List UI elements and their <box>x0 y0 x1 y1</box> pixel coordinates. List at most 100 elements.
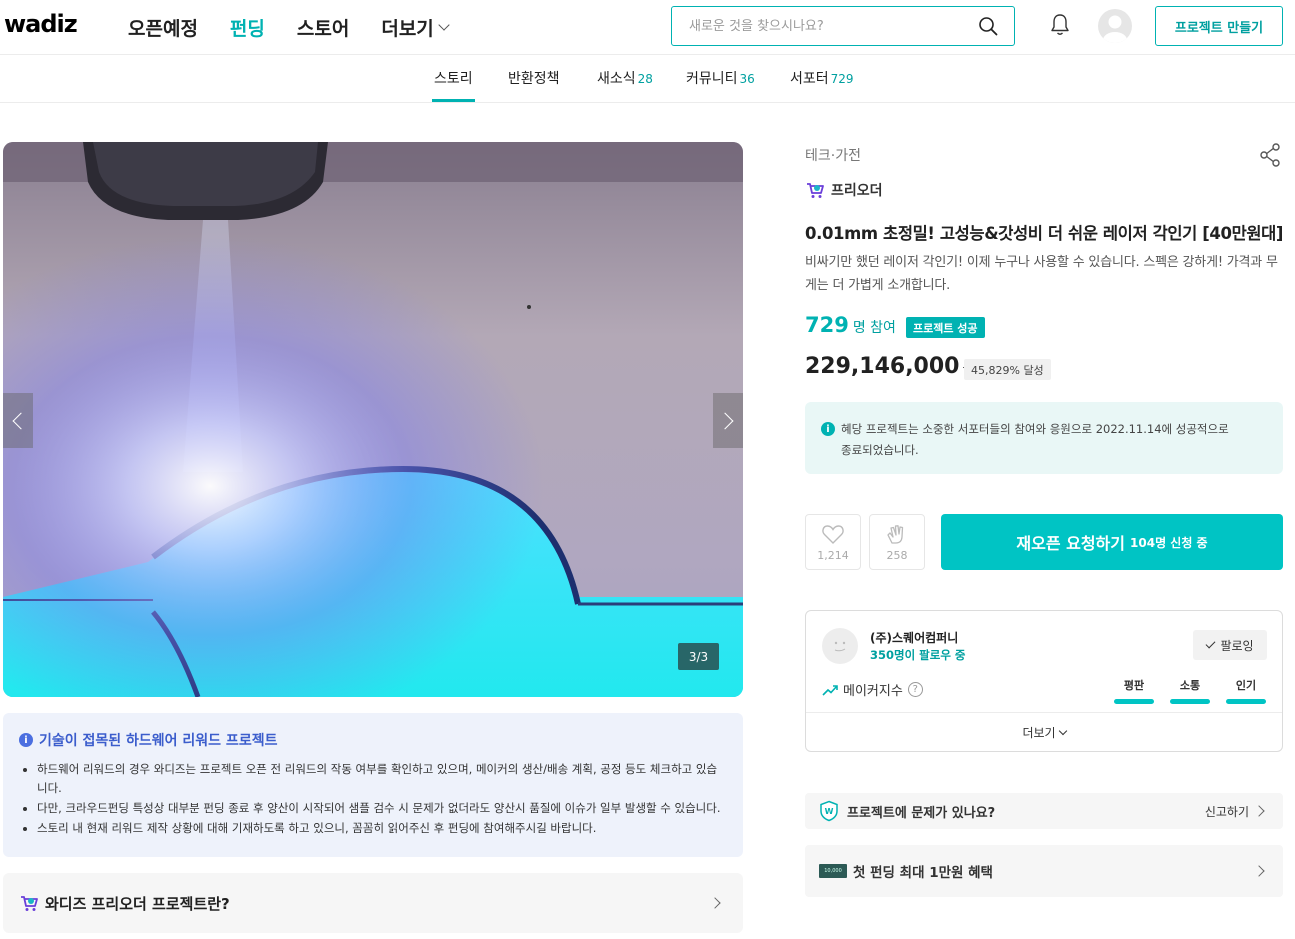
tab-label: 새소식 <box>597 71 636 87</box>
project-ended-info: i 혜당 프로젝트는 소중한 서포터들의 참여와 응원으로 2022.11.14… <box>805 402 1283 474</box>
chevron-right-icon <box>1253 865 1265 877</box>
svg-text:W: W <box>825 807 834 816</box>
nav-item-funding[interactable]: 펀딩 <box>230 14 265 41</box>
hardware-notice: i 기술이 접목된 하드웨어 리워드 프로젝트 하드웨어 리워드의 경우 와디즈… <box>3 713 743 857</box>
info-row: i 혜당 프로젝트는 소중한 서포터들의 참여와 응원으로 2022.11.14… <box>821 419 1267 461</box>
reopen-request-button[interactable]: 재오픈 요청하기 104명 신청 중 <box>941 514 1283 570</box>
metric-bar <box>1226 699 1266 704</box>
check-icon <box>1205 638 1216 649</box>
metric-popularity: 인기 <box>1226 677 1266 704</box>
bell-icon[interactable] <box>1048 12 1072 38</box>
tab-community[interactable]: 커뮤니티 36 <box>686 68 755 102</box>
tab-label: 반환정책 <box>508 71 560 87</box>
make-project-button[interactable]: 프로젝트 만들기 <box>1155 6 1283 46</box>
reopen-sub-label: 104명 신청 중 <box>1130 535 1208 550</box>
metric-bar <box>1114 699 1154 704</box>
gallery-prev-button[interactable] <box>3 393 33 448</box>
chevron-down-icon <box>438 18 450 31</box>
info-line: 종료되었습니다. <box>841 443 919 457</box>
top-header: wadiz 오픈예정 펀딩 스토어 더보기 프로젝트 만들기 <box>0 0 1295 54</box>
project-tabs: 스토리 반환정책 새소식 28 커뮤니티 36 서포터 729 <box>0 54 1295 103</box>
info-line: 혜당 프로젝트는 소중한 서포터들의 참여와 응원으로 2022.11.14에 … <box>841 422 1229 436</box>
money-bill-icon: 10,000 <box>819 864 847 878</box>
more-label: 더보기 <box>1022 726 1056 740</box>
first-funding-benefit-row[interactable]: 10,000 첫 펀딩 최대 1만원 혜택 <box>805 845 1283 897</box>
chevron-right-icon <box>716 412 734 429</box>
share-icon[interactable] <box>1258 142 1282 168</box>
project-gallery: 3/3 <box>3 142 743 697</box>
gallery-next-button[interactable] <box>713 393 743 448</box>
cheer-button[interactable]: 258 <box>869 514 925 570</box>
achievement-badge: 45,829% 달성 <box>964 359 1051 380</box>
preorder-cart-icon <box>21 896 38 911</box>
following-label: 팔로잉 <box>1220 638 1254 653</box>
project-description: 비싸기만 했던 레이저 각인기! 이제 누구나 사용할 수 있습니다. 스펙은 … <box>805 255 1278 293</box>
help-icon[interactable]: ? <box>907 682 923 697</box>
tab-supporters[interactable]: 서포터 729 <box>790 68 854 102</box>
cheer-count: 258 <box>886 548 908 562</box>
maker-avatar[interactable] <box>822 628 858 664</box>
chevron-right-icon <box>1253 805 1265 817</box>
report-problem-row[interactable]: W 프로젝트에 문제가 있나요? 신고하기 <box>805 793 1283 829</box>
metric-bar <box>1170 699 1210 704</box>
supporter-number: 729 <box>805 313 849 337</box>
amount-number: 229,146,000 <box>805 354 960 379</box>
laser-engraving-image <box>3 142 743 697</box>
metric-label: 소통 <box>1179 679 1201 692</box>
nav-label: 더보기 <box>381 18 434 40</box>
funded-amount: 229,146,000 원 <box>805 354 975 379</box>
benefit-label: 첫 펀딩 최대 1만원 혜택 <box>853 865 993 881</box>
notice-item: 스토리 내 현재 리워드 제작 상황에 대해 기재하도록 하고 있으니, 꼼꼼히… <box>37 819 727 838</box>
project-title: 0.01mm 초정밀! 고성능&갓성비 더 쉬운 레이저 각인기 [40만원대] <box>805 224 1284 243</box>
nav-label: 펀딩 <box>229 18 265 40</box>
search-icon[interactable] <box>978 16 998 36</box>
clap-icon <box>887 524 904 544</box>
maker-name[interactable]: (주)스퀘어컴퍼니 <box>870 629 958 646</box>
info-text: 혜당 프로젝트는 소중한 서포터들의 참여와 응원으로 2022.11.14에 … <box>841 419 1229 461</box>
search-input[interactable] <box>672 7 952 45</box>
tab-refund-policy[interactable]: 반환정책 <box>508 68 560 102</box>
chevron-right-icon <box>709 897 721 909</box>
chevron-down-icon <box>1058 726 1067 735</box>
nav-item-coming-soon[interactable]: 오픈예정 <box>128 14 198 41</box>
supporter-count: 729 명 참여 <box>805 313 896 337</box>
tab-label: 서포터 <box>790 71 829 87</box>
preorder-label: 프리오더 <box>831 183 883 199</box>
tab-news[interactable]: 새소식 28 <box>597 68 653 102</box>
nav-item-store[interactable]: 스토어 <box>297 14 349 41</box>
preorder-info-label: 와디즈 프리오더 프로젝트란? <box>45 894 230 913</box>
metric-label: 평판 <box>1123 679 1145 692</box>
trend-up-icon <box>822 684 838 696</box>
report-action[interactable]: 신고하기 <box>1205 803 1249 820</box>
shield-icon: W <box>820 800 838 822</box>
reopen-label: 재오픈 요청하기 <box>1016 534 1126 553</box>
metric-reputation: 평판 <box>1114 677 1154 704</box>
wadiz-logo[interactable]: wadiz <box>4 10 78 38</box>
main-nav: 오픈예정 펀딩 스토어 더보기 <box>128 14 450 41</box>
maker-more-button[interactable]: 더보기 <box>806 712 1282 752</box>
like-count: 1,214 <box>817 548 849 562</box>
tab-count: 36 <box>739 72 755 86</box>
nav-item-more[interactable]: 더보기 <box>381 14 450 41</box>
tab-label: 스토리 <box>434 71 473 87</box>
supporter-unit: 명 참여 <box>852 320 896 336</box>
nav-label: 스토어 <box>296 18 350 40</box>
preorder-badge: 프리오더 <box>805 180 883 200</box>
notice-title: 기술이 접목된 하드웨어 리워드 프로젝트 <box>39 733 278 749</box>
following-button[interactable]: 팔로잉 <box>1193 630 1267 660</box>
tab-label: 커뮤니티 <box>686 71 738 87</box>
info-icon: i <box>821 422 835 436</box>
project-category[interactable]: 테크·가전 <box>805 145 861 165</box>
maker-index-label: 메이커지수 <box>843 684 903 699</box>
maker-index: 메이커지수 ? <box>822 680 923 699</box>
report-label: 프로젝트에 문제가 있나요? <box>847 805 996 821</box>
notice-item: 다만, 크라우드펀딩 특성상 대부분 펀딩 종료 후 양산이 시작되어 샘플 검… <box>37 799 727 818</box>
success-badge: 프로젝트 성공 <box>906 317 985 338</box>
tab-story[interactable]: 스토리 <box>432 68 475 102</box>
preorder-info-link[interactable]: 와디즈 프리오더 프로젝트란? <box>3 873 743 933</box>
user-avatar[interactable] <box>1098 9 1132 43</box>
like-button[interactable]: 1,214 <box>805 514 861 570</box>
metric-label: 인기 <box>1235 679 1257 692</box>
metric-communication: 소통 <box>1170 677 1210 704</box>
gallery-pager: 3/3 <box>678 643 719 670</box>
